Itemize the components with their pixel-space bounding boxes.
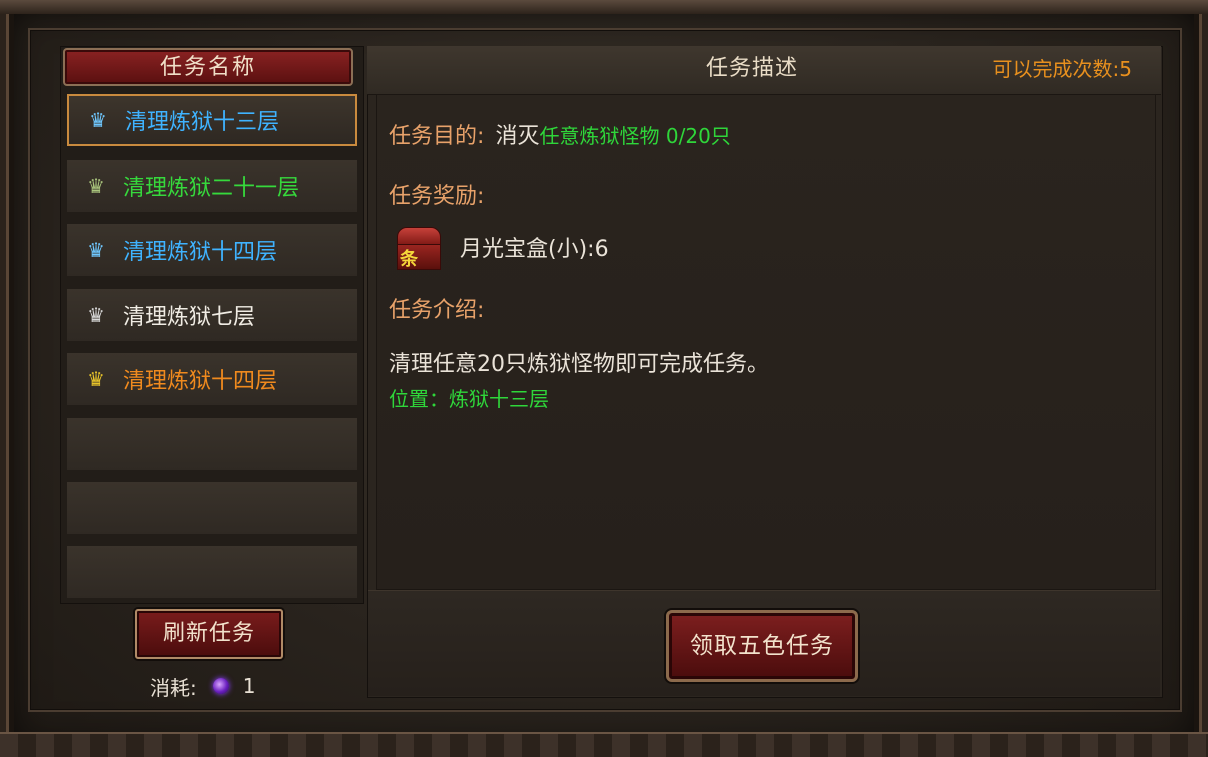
quest-name: 清理炼狱七层: [123, 305, 256, 330]
quest-row[interactable]: ♛ 清理炼狱二十一层: [67, 160, 357, 212]
refresh-quests-button[interactable]: 刷新任务: [135, 609, 283, 659]
reward-item[interactable]: 条 月光宝盒(小):6: [392, 222, 609, 272]
quest-purpose: 任务目的: 消灭任意炼狱怪物 0/20只: [389, 118, 731, 150]
cost-value: 1: [242, 674, 256, 698]
crown-icon: ♛: [87, 303, 105, 327]
crown-icon: ♛: [87, 367, 105, 391]
empty-quest-slot: [67, 418, 357, 470]
quest-name: 清理炼狱十三层: [125, 110, 280, 135]
intro-label: 任务介绍:: [389, 298, 485, 323]
accept-five-color-quest-button[interactable]: 领取五色任务: [666, 610, 858, 682]
quest-name: 清理炼狱十四层: [123, 369, 278, 394]
quest-list-header: 任务名称: [63, 48, 353, 86]
empty-quest-slot: [67, 546, 357, 598]
crown-icon: ♛: [89, 108, 107, 132]
purpose-target: 任意炼狱怪物 0/20只: [539, 124, 731, 148]
empty-quest-slot: [67, 482, 357, 534]
quest-row[interactable]: ♛ 清理炼狱七层: [67, 289, 357, 341]
purple-orb-icon: [212, 678, 229, 694]
crown-icon: ♛: [87, 238, 105, 262]
refresh-cost: 消耗: 1: [150, 672, 255, 700]
quest-name: 清理炼狱二十一层: [123, 176, 300, 201]
frame-top-edge: [0, 0, 1208, 14]
purpose-prefix: 消灭: [495, 124, 540, 149]
completion-count: 可以完成次数:5: [992, 57, 1132, 81]
purpose-label: 任务目的:: [389, 124, 485, 149]
intro-text: 清理任意20只炼狱怪物即可完成任务。: [389, 352, 769, 377]
quest-name: 清理炼狱十四层: [123, 240, 278, 265]
frame-bottom-edge: [0, 732, 1208, 757]
treasure-chest-icon: 条: [392, 223, 446, 271]
quest-row[interactable]: ♛ 清理炼狱十三层: [67, 94, 357, 146]
crown-icon: ♛: [87, 174, 105, 198]
cost-label: 消耗:: [150, 675, 197, 700]
reward-label: 任务奖励:: [389, 184, 485, 209]
description-area: [376, 94, 1156, 590]
reward-item-name: 月光宝盒(小):6: [460, 237, 609, 262]
quest-row[interactable]: ♛ 清理炼狱十四层: [67, 224, 357, 276]
quest-row[interactable]: ♛ 清理炼狱十四层: [67, 353, 357, 405]
quest-location: 位置：炼狱十三层: [389, 387, 549, 411]
